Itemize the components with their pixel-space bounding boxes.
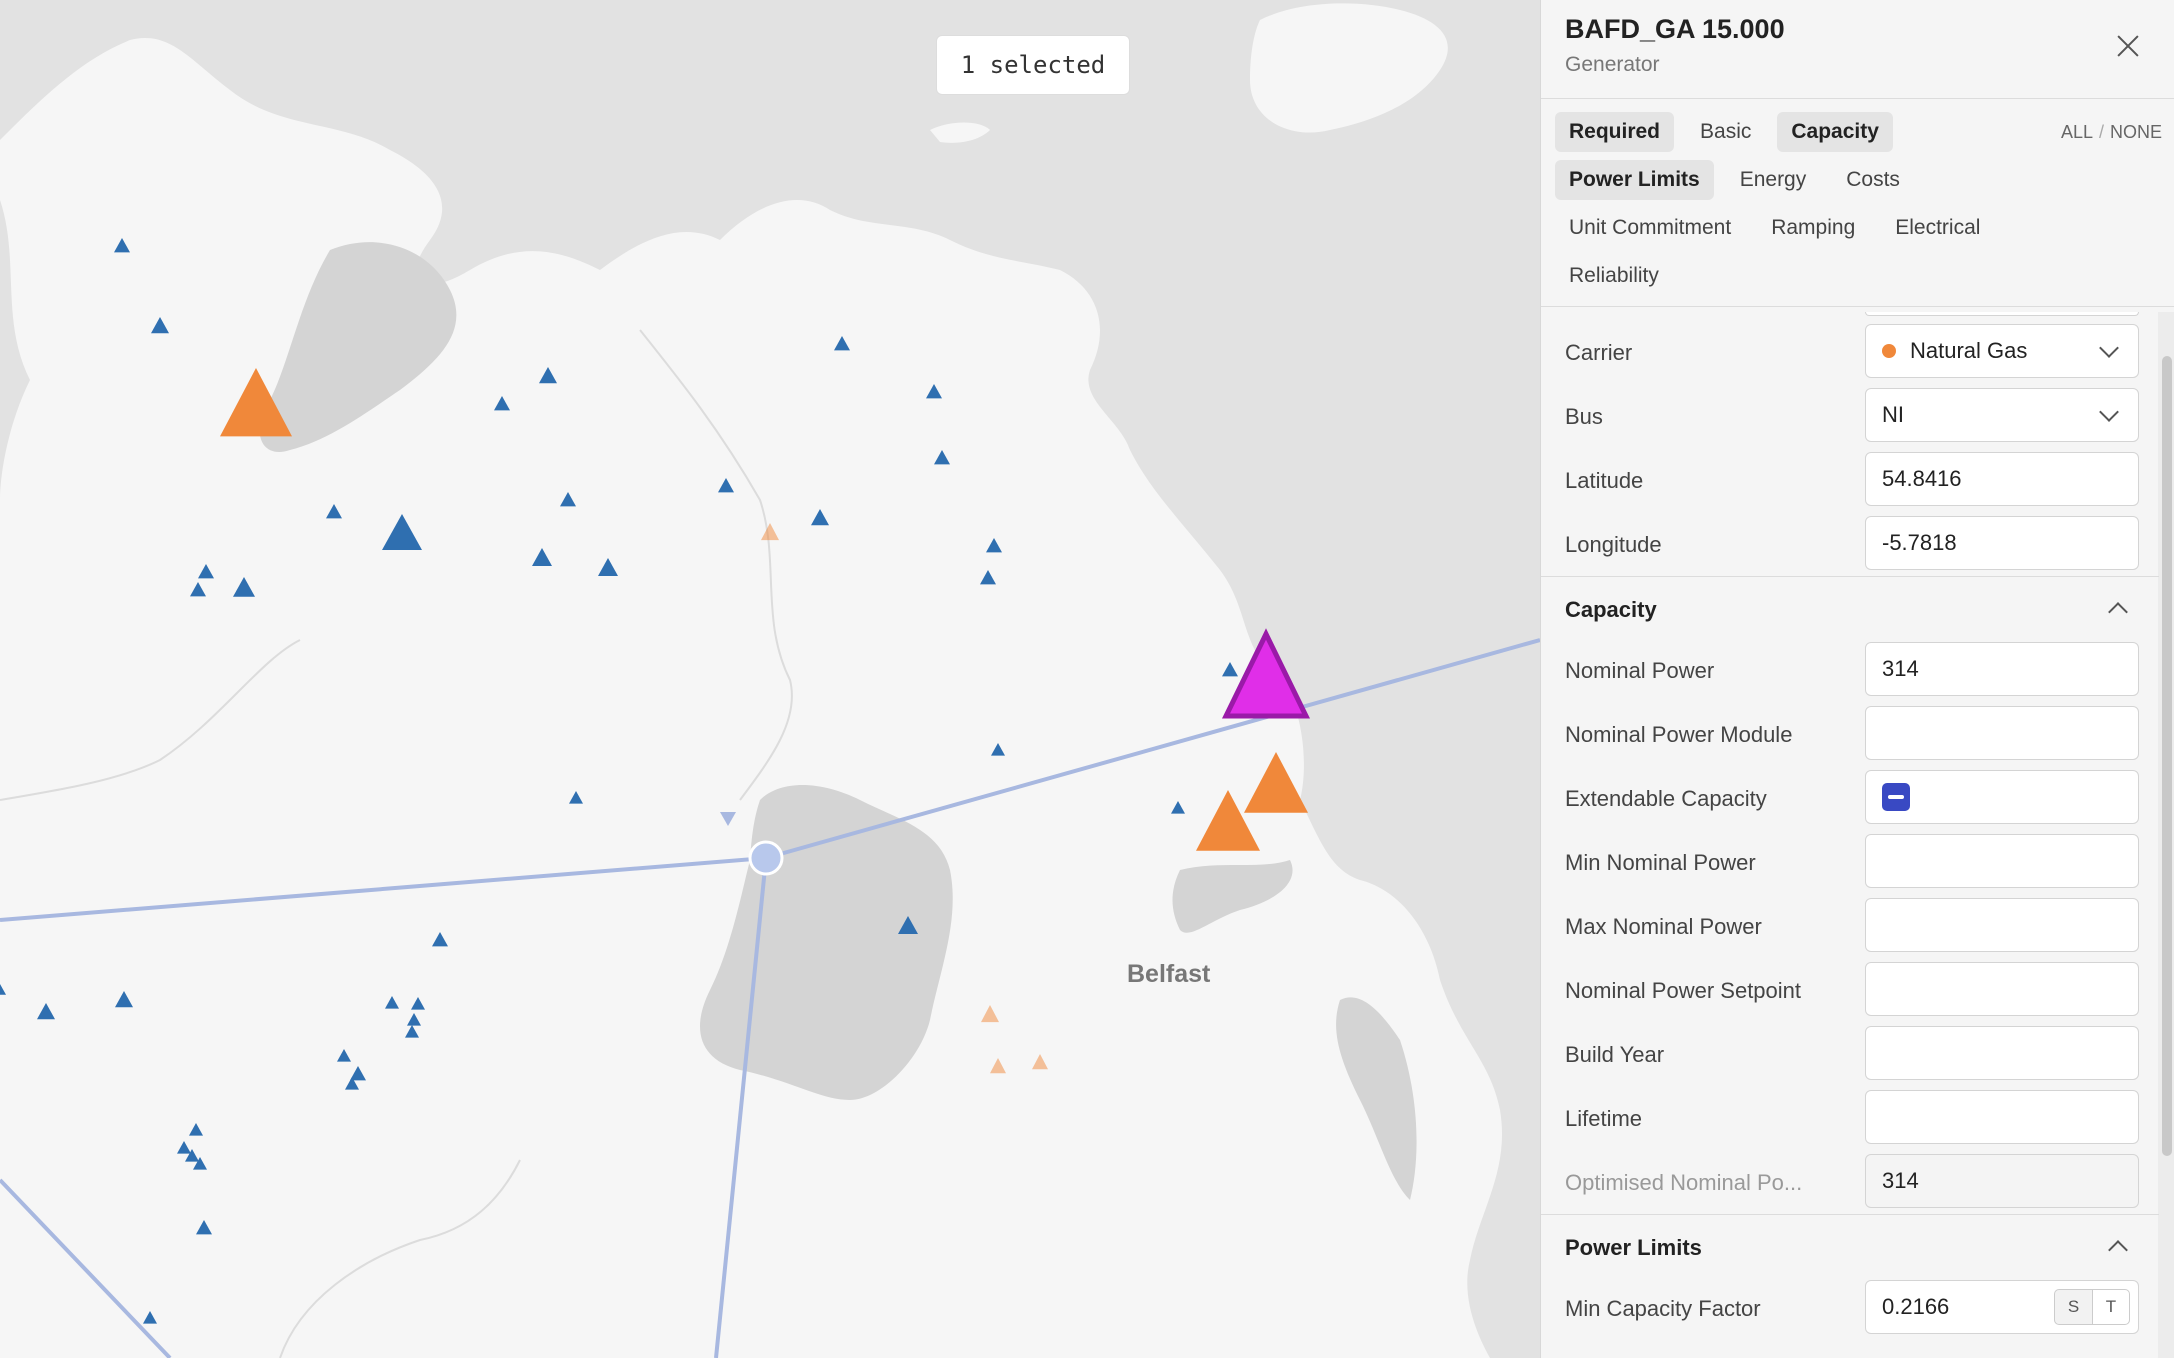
previous-field-edge xyxy=(1865,312,2139,316)
bus-value: NI xyxy=(1882,402,1904,427)
attribute-group-tabs: Required Basic Capacity Power Limits Ene… xyxy=(1555,110,2035,302)
select-all-none: ALL / NONE xyxy=(2060,122,2162,142)
field-row-longitude: Longitude -5.7818 xyxy=(1541,510,2159,574)
tab-costs[interactable]: Costs xyxy=(1832,160,1914,200)
tab-power-limits[interactable]: Power Limits xyxy=(1555,160,1714,200)
scrollbar-thumb[interactable] xyxy=(2162,356,2172,1156)
field-label: Latitude xyxy=(1565,468,1644,493)
select-none-link[interactable]: NONE xyxy=(2110,122,2162,142)
divider xyxy=(1541,306,2174,307)
carrier-value: Natural Gas xyxy=(1910,338,2028,363)
component-type: Generator xyxy=(1565,53,1660,76)
field-row-extendable-capacity: Extendable Capacity xyxy=(1541,764,2159,828)
min-capacity-factor-input[interactable]: 0.2166 S T xyxy=(1865,1280,2139,1334)
max-nominal-power-input[interactable] xyxy=(1865,898,2139,952)
field-row-bus: Bus NI xyxy=(1541,382,2159,446)
carrier-color-dot xyxy=(1882,344,1896,358)
min-capacity-factor-value: 0.2166 xyxy=(1882,1294,1950,1319)
static-timeseries-toggle: S T xyxy=(2054,1289,2130,1325)
field-row-build-year: Build Year xyxy=(1541,1020,2159,1084)
extendable-capacity-checkbox[interactable] xyxy=(1882,783,1910,811)
field-row-latitude: Latitude 54.8416 xyxy=(1541,446,2159,510)
properties-panel: BAFD_GA 15.000 Generator Required Basic … xyxy=(1540,0,2174,1358)
section-title: Power Limits xyxy=(1565,1235,1702,1260)
map-canvas[interactable] xyxy=(0,0,1540,1358)
component-title: BAFD_GA 15.000 xyxy=(1565,14,1785,44)
field-label: Nominal Power Module xyxy=(1565,722,1793,747)
field-row-min-capacity-factor: Min Capacity Factor 0.2166 S T xyxy=(1541,1274,2159,1338)
lifetime-input[interactable] xyxy=(1865,1090,2139,1144)
tab-required[interactable]: Required xyxy=(1555,112,1675,152)
selection-count-badge: 1 selected xyxy=(936,35,1130,95)
field-label: Build Year xyxy=(1565,1042,1665,1067)
field-row-lifetime: Lifetime xyxy=(1541,1084,2159,1148)
tab-capacity[interactable]: Capacity xyxy=(1777,112,1893,152)
chevron-down-icon xyxy=(2099,338,2119,358)
field-label: Longitude xyxy=(1565,532,1662,557)
island-small xyxy=(930,122,990,143)
field-label: Carrier xyxy=(1565,340,1633,365)
tab-basic[interactable]: Basic xyxy=(1686,112,1765,152)
island-north xyxy=(1250,3,1448,133)
chevron-down-icon xyxy=(2099,402,2119,422)
divider xyxy=(1541,98,2174,99)
field-row-nominal-power-module: Nominal Power Module xyxy=(1541,700,2159,764)
close-icon[interactable] xyxy=(2110,28,2146,64)
field-row-carrier: Carrier Natural Gas xyxy=(1541,318,2159,382)
chevron-up-icon[interactable] xyxy=(2108,602,2128,622)
build-year-input[interactable] xyxy=(1865,1026,2139,1080)
city-label-belfast: Belfast xyxy=(1127,960,1211,988)
field-label: Nominal Power xyxy=(1565,658,1715,683)
field-label: Min Capacity Factor xyxy=(1565,1296,1761,1321)
field-label: Nominal Power Setpoint xyxy=(1565,978,1802,1003)
bus-select[interactable]: NI xyxy=(1865,388,2139,442)
minus-icon xyxy=(1888,795,1904,799)
field-label: Max Nominal Power xyxy=(1565,914,1762,939)
map-view[interactable]: Belfast 1 selected xyxy=(0,0,1540,1358)
timeseries-button[interactable]: T xyxy=(2092,1289,2130,1325)
longitude-input[interactable]: -5.7818 xyxy=(1865,516,2139,570)
field-label: Min Nominal Power xyxy=(1565,850,1756,875)
tab-reliability[interactable]: Reliability xyxy=(1555,256,1673,296)
latitude-input[interactable]: 54.8416 xyxy=(1865,452,2139,506)
app-window: Belfast 1 selected BAFD_GA 15.000 Genera… xyxy=(0,0,2174,1358)
panel-header: BAFD_GA 15.000 Generator xyxy=(1565,14,1785,77)
tab-ramping[interactable]: Ramping xyxy=(1757,208,1869,248)
extendable-capacity-field xyxy=(1865,770,2139,824)
carrier-select[interactable]: Natural Gas xyxy=(1865,324,2139,378)
nominal-power-setpoint-input[interactable] xyxy=(1865,962,2139,1016)
attribute-form: Carrier Natural Gas Bus NI Latitude 54.8… xyxy=(1541,312,2159,1338)
field-row-min-nominal-power: Min Nominal Power xyxy=(1541,828,2159,892)
power-limits-section-header[interactable]: Power Limits xyxy=(1541,1214,2159,1274)
field-row-nominal-power: Nominal Power 314 xyxy=(1541,636,2159,700)
select-all-link[interactable]: ALL xyxy=(2061,122,2093,142)
field-row-optimised-nominal-power: Optimised Nominal Po... 314 xyxy=(1541,1148,2159,1212)
field-label: Bus xyxy=(1565,404,1603,429)
optimised-nominal-power-readonly: 314 xyxy=(1865,1154,2139,1208)
field-label: Extendable Capacity xyxy=(1565,786,1767,811)
static-button[interactable]: S xyxy=(2054,1289,2092,1325)
capacity-section-header[interactable]: Capacity xyxy=(1541,576,2159,636)
tab-unit-commitment[interactable]: Unit Commitment xyxy=(1555,208,1745,248)
field-row-max-nominal-power: Max Nominal Power xyxy=(1541,892,2159,956)
chevron-up-icon[interactable] xyxy=(2108,1240,2128,1260)
field-row-nominal-power-setpoint: Nominal Power Setpoint xyxy=(1541,956,2159,1020)
bus-node[interactable] xyxy=(748,840,784,876)
nominal-power-input[interactable]: 314 xyxy=(1865,642,2139,696)
field-label: Optimised Nominal Po... xyxy=(1565,1170,1803,1195)
tab-energy[interactable]: Energy xyxy=(1726,160,1821,200)
section-title: Capacity xyxy=(1565,597,1657,622)
field-label: Lifetime xyxy=(1565,1106,1643,1131)
min-nominal-power-input[interactable] xyxy=(1865,834,2139,888)
nominal-power-module-input[interactable] xyxy=(1865,706,2139,760)
tab-electrical[interactable]: Electrical xyxy=(1881,208,1994,248)
